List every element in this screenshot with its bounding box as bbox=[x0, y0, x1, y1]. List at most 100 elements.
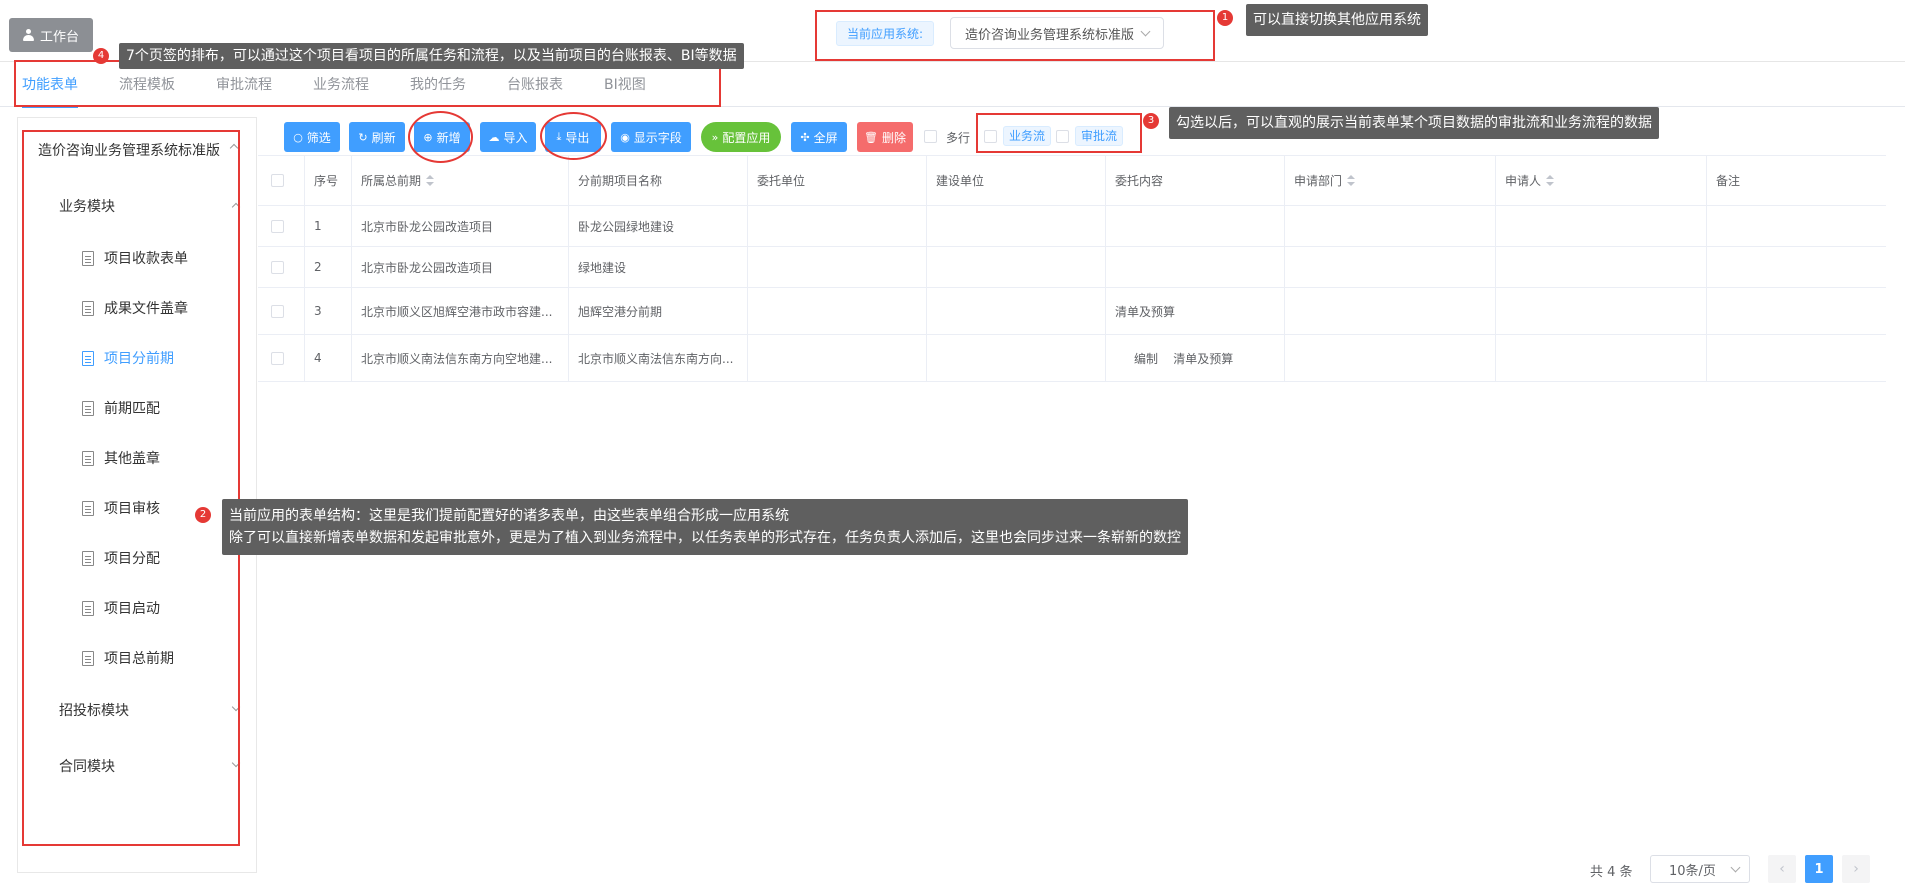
table-cell: 3 bbox=[305, 288, 352, 334]
col-header-content: 委托内容 bbox=[1106, 156, 1285, 205]
col-header-label: 序号 bbox=[314, 174, 339, 188]
table-cell bbox=[1496, 247, 1707, 287]
row-select-cell bbox=[258, 335, 305, 381]
table-cell bbox=[1285, 206, 1496, 246]
refresh-button[interactable]: ↻ 刷新 bbox=[349, 122, 405, 152]
sort-icon[interactable] bbox=[1347, 175, 1356, 186]
table-cell bbox=[927, 206, 1106, 246]
refresh-icon: ↻ bbox=[358, 130, 368, 144]
filter-button[interactable]: ○ 筛选 bbox=[284, 122, 340, 152]
table-cell bbox=[1496, 288, 1707, 334]
col-header-department[interactable]: 申请部门 bbox=[1285, 156, 1496, 205]
fullscreen-button[interactable]: ✣ 全屏 bbox=[791, 122, 847, 152]
annotation-badge-3: 3 bbox=[1143, 113, 1159, 129]
table-cell bbox=[927, 335, 1106, 381]
fullscreen-label: 全屏 bbox=[813, 130, 838, 145]
annotation-note-2-line1: 当前应用的表单结构：这里是我们提前配置好的诸多表单，由这些表单组合形成一应用系统 bbox=[229, 508, 789, 524]
table-row[interactable]: 1 北京市卧龙公园改造项目 卧龙公园绿地建设 bbox=[258, 206, 1886, 247]
col-header-applicant[interactable]: 申请人 bbox=[1496, 156, 1707, 205]
table-cell: 北京市顺义区旭辉空港市政市容建... bbox=[352, 288, 569, 334]
next-page-button[interactable]: › bbox=[1842, 855, 1870, 883]
table-cell: 1 bbox=[305, 206, 352, 246]
table-cell: 旭辉空港分前期 bbox=[569, 288, 748, 334]
annotation-note-2-line2: 除了可以直接新增表单数据和发起审批意外，更是为了植入到业务流程中，以任务表单的形… bbox=[229, 530, 1181, 546]
annotation-note-4: 7个页签的排布，可以通过这个项目看项目的所属任务和流程，以及当前项目的台账报表、… bbox=[119, 43, 744, 69]
pagination: 共 4 条 10条/页 ‹ 1 › bbox=[1590, 855, 1880, 883]
table-cell: 北京市顺义南法信东南方向... bbox=[569, 335, 748, 381]
sort-icon[interactable] bbox=[1546, 175, 1555, 186]
multi-row-checkbox[interactable] bbox=[924, 130, 937, 143]
expand-icon: ✣ bbox=[800, 130, 810, 144]
table-cell: 卧龙公园绿地建设 bbox=[569, 206, 748, 246]
table-cell bbox=[1496, 335, 1707, 381]
table-cell bbox=[748, 247, 927, 287]
show-fields-label: 显示字段 bbox=[633, 130, 682, 145]
col-header-label: 申请人 bbox=[1505, 174, 1542, 188]
table-cell: 2 bbox=[305, 247, 352, 287]
table-cell bbox=[1707, 206, 1886, 246]
table-cell bbox=[1707, 247, 1886, 287]
table-cell bbox=[1106, 206, 1285, 246]
search-icon: ○ bbox=[293, 130, 303, 144]
annotation-box-sidebar bbox=[22, 130, 240, 846]
annotation-badge-4: 4 bbox=[93, 48, 109, 64]
annotation-box-app-switch bbox=[815, 10, 1215, 61]
sort-icon[interactable] bbox=[426, 175, 435, 186]
annotation-circle-export bbox=[540, 112, 607, 160]
table-cell bbox=[748, 335, 927, 381]
col-header-label: 委托单位 bbox=[757, 174, 806, 188]
delete-button[interactable]: 🗑 删除 bbox=[857, 122, 913, 152]
col-header-label: 所属总前期 bbox=[361, 174, 422, 188]
table-row[interactable]: 4 北京市顺义南法信东南方向空地建... 北京市顺义南法信东南方向... 编制 … bbox=[258, 335, 1886, 382]
table-cell bbox=[1285, 247, 1496, 287]
page-1-button[interactable]: 1 bbox=[1805, 855, 1833, 883]
pagination-total: 共 4 条 bbox=[1590, 865, 1633, 880]
double-arrow-icon: » bbox=[711, 130, 719, 144]
table-cell: 北京市卧龙公园改造项目 bbox=[352, 247, 569, 287]
col-header-total-preliminary[interactable]: 所属总前期 bbox=[352, 156, 569, 205]
col-header-client: 委托单位 bbox=[748, 156, 927, 205]
col-header-label: 分前期项目名称 bbox=[578, 174, 663, 188]
table-cell: 北京市卧龙公园改造项目 bbox=[352, 206, 569, 246]
annotation-badge-2: 2 bbox=[195, 507, 211, 523]
show-fields-button[interactable]: ◉ 显示字段 bbox=[611, 122, 691, 152]
annotation-note-1: 可以直接切换其他应用系统 bbox=[1246, 4, 1428, 36]
table-row[interactable]: 2 北京市卧龙公园改造项目 绿地建设 bbox=[258, 247, 1886, 288]
col-header-index: 序号 bbox=[305, 156, 352, 205]
import-label: 导入 bbox=[503, 130, 528, 145]
row-checkbox[interactable] bbox=[271, 304, 284, 318]
user-icon bbox=[22, 29, 34, 41]
table-cell bbox=[748, 206, 927, 246]
annotation-circle-add bbox=[408, 111, 473, 163]
import-button[interactable]: ☁ 导入 bbox=[480, 122, 536, 152]
annotation-note-3: 勾选以后，可以直观的展示当前表单某个项目数据的审批流和业务流程的数据 bbox=[1169, 107, 1659, 139]
config-app-button[interactable]: » 配置应用 bbox=[701, 122, 781, 152]
col-header-label: 备注 bbox=[1716, 174, 1741, 188]
chevron-down-icon bbox=[1730, 862, 1741, 872]
col-header-label: 申请部门 bbox=[1294, 174, 1343, 188]
page-size-select[interactable]: 10条/页 bbox=[1650, 855, 1750, 883]
table-cell bbox=[1285, 335, 1496, 381]
row-select-cell bbox=[258, 288, 305, 334]
workbench-button[interactable]: 工作台 bbox=[9, 18, 93, 52]
page-size-value: 10条/页 bbox=[1669, 863, 1716, 879]
row-select-cell bbox=[258, 206, 305, 246]
table-row[interactable]: 3 北京市顺义区旭辉空港市政市容建... 旭辉空港分前期 清单及预算 bbox=[258, 288, 1886, 335]
row-checkbox[interactable] bbox=[271, 260, 284, 274]
row-checkbox[interactable] bbox=[271, 219, 284, 233]
cloud-upload-icon: ☁ bbox=[488, 130, 500, 144]
row-checkbox[interactable] bbox=[271, 351, 284, 365]
row-select-cell bbox=[258, 247, 305, 287]
table-cell bbox=[1707, 335, 1886, 381]
table-cell: 4 bbox=[305, 335, 352, 381]
table-cell: 北京市顺义南法信东南方向空地建... bbox=[352, 335, 569, 381]
eye-icon: ◉ bbox=[620, 130, 630, 144]
prev-page-button[interactable]: ‹ bbox=[1768, 855, 1796, 883]
table-cell bbox=[1285, 288, 1496, 334]
delete-label: 删除 bbox=[881, 130, 906, 145]
table-cell bbox=[927, 247, 1106, 287]
select-all-checkbox[interactable] bbox=[271, 174, 284, 187]
filter-label: 筛选 bbox=[306, 130, 331, 145]
trash-icon: 🗑 bbox=[864, 130, 878, 144]
table-cell bbox=[748, 288, 927, 334]
